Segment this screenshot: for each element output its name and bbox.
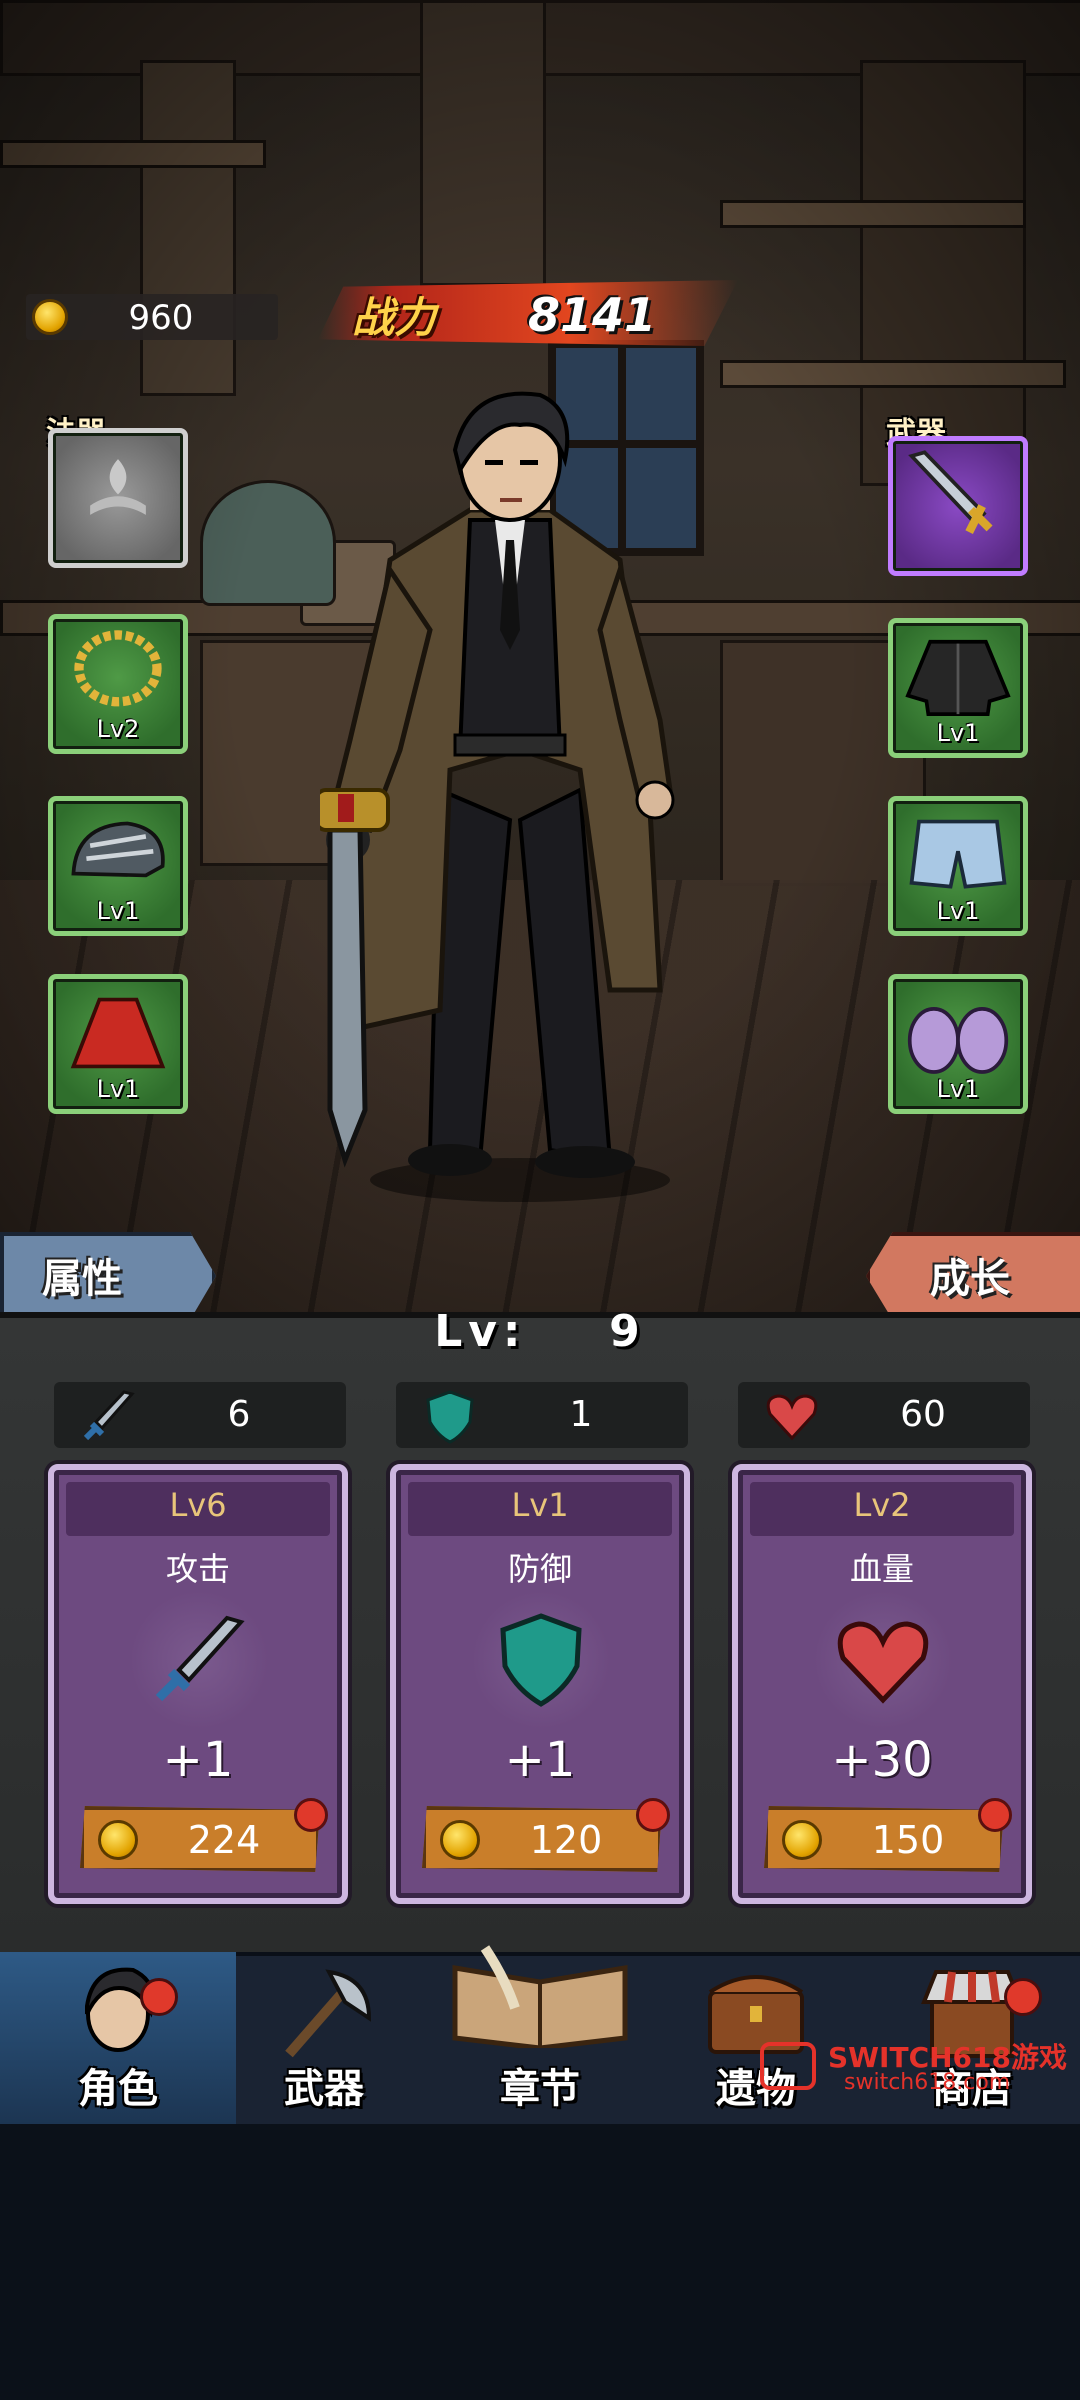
card-bonus: +1 <box>162 1732 234 1788</box>
stat-defense: 1 <box>396 1382 688 1448</box>
clogs-icon <box>907 1006 1009 1074</box>
equip-level: Lv1 <box>96 897 140 925</box>
attack-value: 6 <box>227 1394 251 1435</box>
sword-icon <box>155 1615 245 1702</box>
upgrade-cost: 224 <box>187 1818 261 1862</box>
equip-slot-helmet[interactable]: Lv1 <box>48 796 188 936</box>
card-title: 防御 <box>507 1550 572 1588</box>
gold-chain-icon <box>74 630 162 707</box>
gold-coin-icon <box>98 1820 138 1860</box>
combat-power-label: 战力 <box>352 293 437 342</box>
upgrade-card-attack[interactable]: Lv6 攻击 +1 224 <box>48 1464 348 1904</box>
combat-power-value: 8141 <box>528 288 657 342</box>
card-bonus: +30 <box>831 1732 933 1788</box>
notification-badge <box>636 1798 670 1832</box>
upgrade-hp-button[interactable]: 150 <box>764 1806 1004 1872</box>
notification-badge <box>1004 1978 1042 2016</box>
upgrade-card-defense[interactable]: Lv1 防御 +1 120 <box>390 1464 690 1904</box>
nav-weapons[interactable]: 武器 <box>216 1952 432 2124</box>
heart-icon <box>837 1621 929 1704</box>
equip-slot-shorts[interactable]: Lv1 <box>888 796 1028 936</box>
equip-level: Lv1 <box>96 1075 140 1103</box>
site-watermark: SWITCH618游戏 switch618.com <box>760 2036 1070 2096</box>
card-level: Lv6 <box>169 1486 227 1524</box>
equip-level: Lv2 <box>96 715 140 743</box>
card-title: 攻击 <box>165 1550 230 1588</box>
equip-slot-necklace[interactable]: Lv2 <box>48 614 188 754</box>
artifact-icon <box>90 459 146 515</box>
card-level: Lv1 <box>511 1486 569 1524</box>
upgrade-cost: 150 <box>871 1818 945 1862</box>
equip-slot-cape[interactable]: Lv1 <box>48 974 188 1114</box>
card-bonus: +1 <box>504 1732 576 1788</box>
switch-logo-icon <box>760 2042 816 2090</box>
upgrade-cost: 120 <box>529 1818 603 1862</box>
gold-coin-icon <box>782 1820 822 1860</box>
bottom-area <box>0 2124 1080 2400</box>
gold-counter: 960 <box>26 294 278 340</box>
card-title: 血量 <box>849 1550 914 1588</box>
upgrade-attack-button[interactable]: 224 <box>80 1806 320 1872</box>
level-value: 9 <box>609 1306 646 1357</box>
card-level: Lv2 <box>853 1486 911 1524</box>
upgrade-card-hp[interactable]: Lv2 血量 +30 150 <box>732 1464 1032 1904</box>
axe-icon <box>285 1969 372 2058</box>
equip-slot-jacket[interactable]: Lv1 <box>888 618 1028 758</box>
artifact-slot[interactable] <box>48 428 188 568</box>
equip-level: Lv1 <box>936 897 980 925</box>
gold-amount: 960 <box>128 298 194 338</box>
nav-label: 武器 <box>284 2066 364 2112</box>
helmet-icon <box>71 821 165 878</box>
defense-value: 1 <box>569 1394 593 1435</box>
player-level: Lv: 9 <box>0 1306 1080 1357</box>
upgrade-defense-button[interactable]: 120 <box>422 1806 662 1872</box>
hp-value: 60 <box>900 1394 946 1435</box>
equip-level: Lv1 <box>936 719 980 747</box>
gold-coin-icon <box>440 1820 480 1860</box>
gold-coin-icon <box>32 299 68 335</box>
tab-growth-label: 成长 <box>930 1256 1010 1302</box>
notification-badge <box>978 1798 1012 1832</box>
watermark-url: switch618.com <box>844 2070 1011 2095</box>
sword-icon <box>83 1390 135 1441</box>
nav-chapters[interactable]: 章节 <box>432 1945 648 2124</box>
sword-icon <box>908 450 993 535</box>
book-icon <box>452 1945 628 2048</box>
shield-icon <box>500 1613 582 1707</box>
hero-character <box>320 391 675 1202</box>
level-label: Lv: <box>434 1306 527 1357</box>
leather-jacket-icon <box>905 639 1011 716</box>
heart-icon <box>766 1394 818 1441</box>
nav-label: 角色 <box>78 2066 158 2112</box>
stat-hp: 60 <box>738 1382 1030 1448</box>
stat-attack: 6 <box>54 1382 346 1448</box>
red-cape-icon <box>70 997 166 1069</box>
tab-attributes-label: 属性 <box>42 1256 122 1302</box>
shorts-icon <box>909 819 1007 889</box>
equip-level: Lv1 <box>936 1075 980 1103</box>
nav-character[interactable]: 角色 <box>0 1952 236 2124</box>
nav-label: 章节 <box>500 2066 580 2112</box>
notification-badge <box>294 1798 328 1832</box>
equip-slot-shoes[interactable]: Lv1 <box>888 974 1028 1114</box>
shield-icon <box>426 1390 474 1444</box>
notification-badge <box>140 1978 178 2016</box>
weapon-slot[interactable] <box>888 436 1028 576</box>
